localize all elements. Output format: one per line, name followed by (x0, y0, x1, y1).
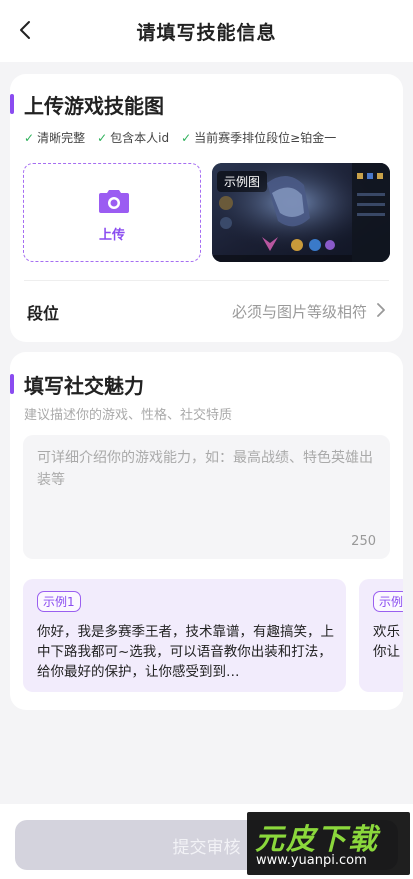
example-badge: 示例1 (37, 591, 81, 612)
example-tag: 示例图 (217, 171, 268, 192)
example-image[interactable]: 示例图 (212, 163, 390, 262)
rank-selector[interactable]: 段位 必须与图片等级相符 (24, 296, 389, 326)
requirement-checklist: ✓ 清晰完整 ✓ 包含本人id ✓ 当前赛季排位段位≥铂金一 (24, 129, 336, 146)
title-accent-bar (10, 94, 14, 114)
title-accent-bar (10, 374, 14, 394)
example-text: 你好，我是多赛季王者，技术靠谱，有趣搞笑，上中下路我都可~选我，可以语音教你出装… (37, 624, 334, 680)
watermark-logo: 元皮下载 www.yuanpi.com (247, 812, 410, 875)
requirement-item: ✓ 包含本人id (97, 130, 170, 146)
example-card[interactable]: 示例1 你好，我是多赛季王者，技术靠谱，有趣搞笑，上中下路我都可~选我，可以语音… (23, 579, 346, 692)
rank-label: 段位 (27, 304, 60, 323)
check-icon: ✓ (24, 130, 35, 145)
upload-label: 上传 (98, 228, 125, 243)
watermark-url: www.yuanpi.com (256, 853, 367, 868)
intro-textarea[interactable] (37, 447, 377, 527)
requirement-item: ✓ 清晰完整 (24, 130, 86, 146)
check-icon: ✓ (97, 130, 108, 145)
check-icon: ✓ (181, 130, 192, 145)
upload-image-button[interactable]: 上传 (23, 163, 201, 262)
section-title-social: 填写社交魅力 (10, 372, 144, 398)
requirement-item: ✓ 当前赛季排位段位≥铂金一 (181, 130, 337, 146)
camera-icon (99, 190, 129, 213)
skill-image-card: 上传游戏技能图 ✓ 清晰完整 ✓ 包含本人id ✓ 当前赛季排位段位≥铂金一 上… (10, 74, 403, 342)
section-title-skill-image: 上传游戏技能图 (10, 92, 164, 118)
divider (24, 280, 389, 281)
rank-placeholder: 必须与图片等级相符 (231, 303, 367, 321)
page-title: 请填写技能信息 (136, 22, 277, 44)
chevron-right-icon (377, 303, 385, 317)
example-badge: 示例 (373, 591, 403, 612)
char-counter: 250 (351, 534, 376, 549)
example-card[interactable]: 示例 欢乐你让 (359, 579, 403, 692)
example-text: 欢乐你让 (373, 624, 400, 660)
intro-textarea-container: 250 (23, 435, 390, 559)
social-charm-card: 填写社交魅力 建议描述你的游戏、性格、社交特质 250 示例1 你好，我是多赛季… (10, 352, 403, 710)
social-hint: 建议描述你的游戏、性格、社交特质 (24, 408, 233, 423)
watermark-text: 元皮下载 (255, 822, 380, 856)
nav-bar: 请填写技能信息 (0, 0, 413, 62)
